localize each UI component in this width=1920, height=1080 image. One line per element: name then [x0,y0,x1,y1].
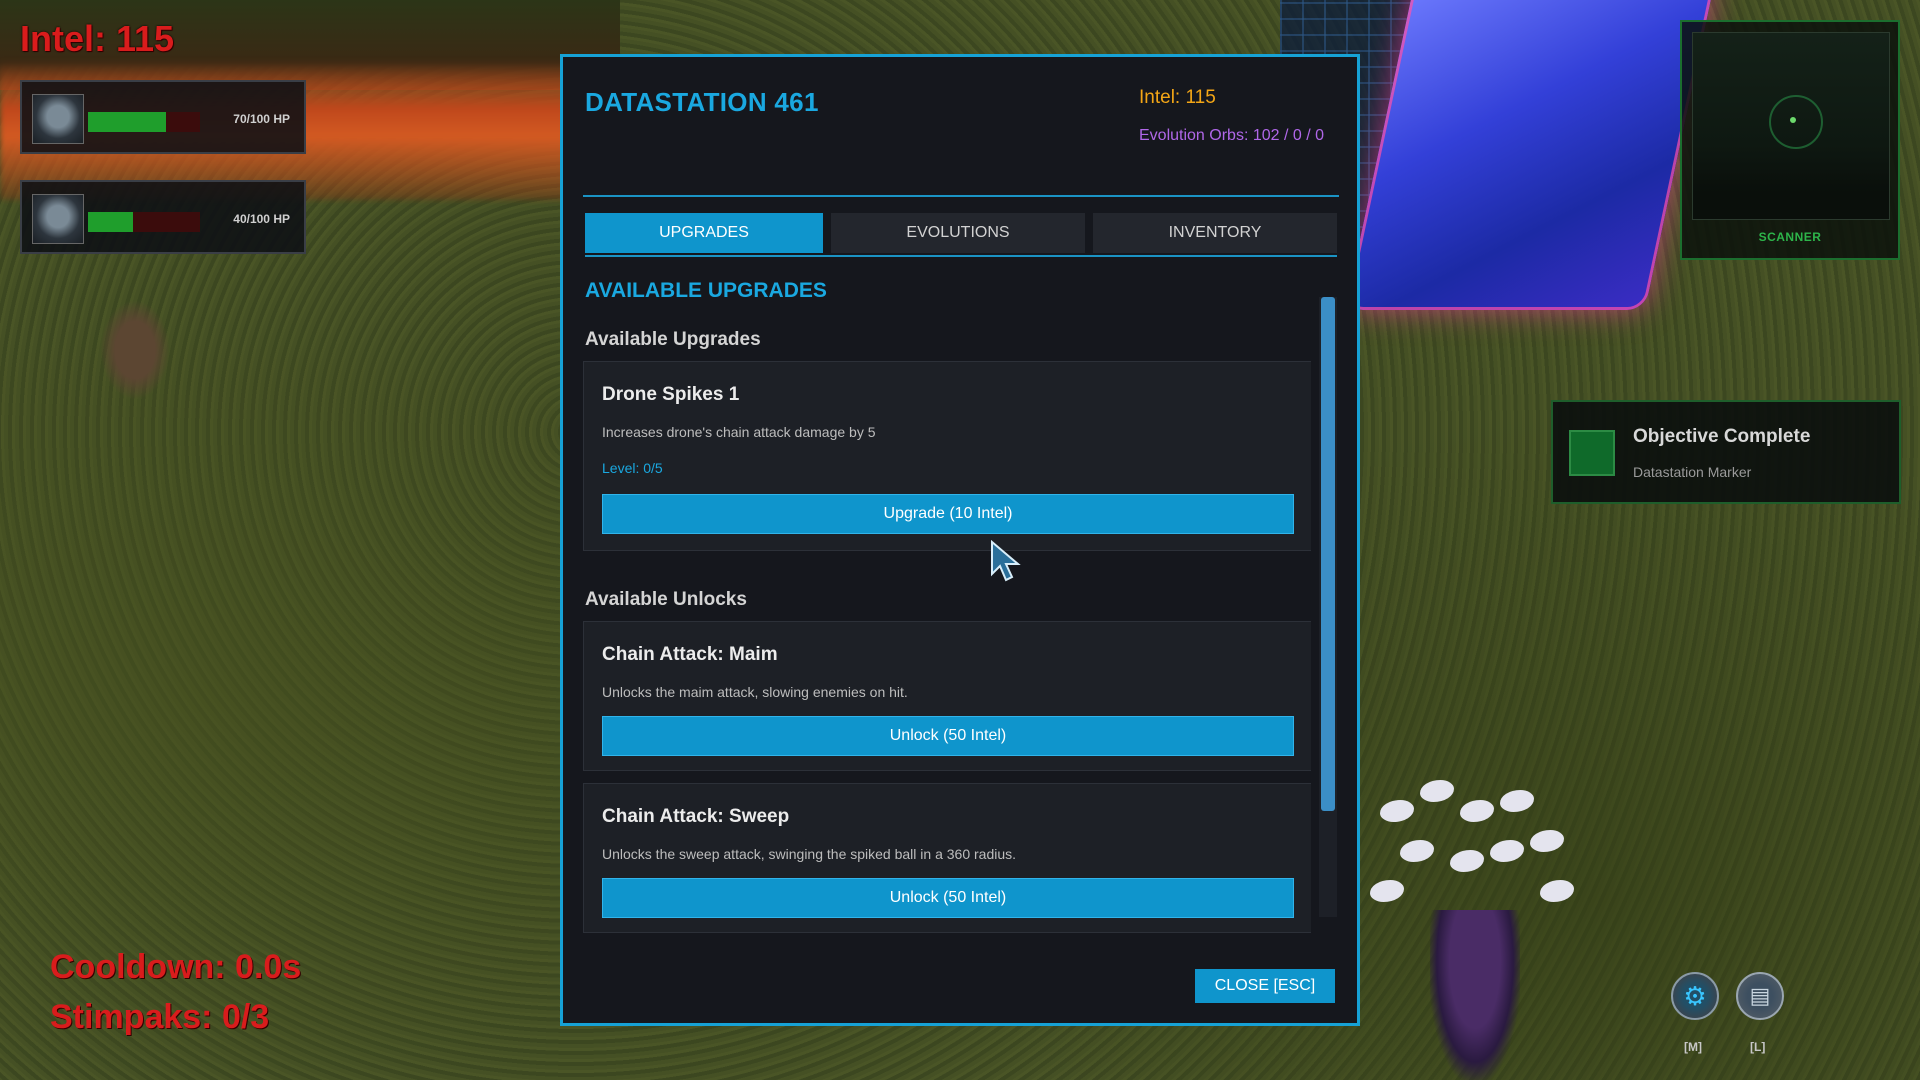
petal [1530,830,1564,852]
tab-upgrades[interactable]: UPGRADES [585,213,823,253]
scanner-screen [1692,32,1890,220]
hp-bar [88,112,200,132]
gear-icon: ⚙ [1683,980,1707,1011]
map-key-hint: [M] [1684,1040,1702,1054]
unlock-card: Chain Attack: Maim Unlocks the maim atta… [583,621,1311,771]
petal [1380,800,1414,822]
unlock-card: Chain Attack: Sweep Unlocks the sweep at… [583,783,1311,933]
scanner-label: SCANNER [1758,230,1822,244]
hp-text: 40/100 HP [233,212,290,226]
upgrades-heading: Available Upgrades [585,329,761,350]
hud-intel-counter: Intel: 115 [20,18,175,59]
plant-stem [1430,910,1520,1080]
petal [1490,840,1524,862]
datastation-modal: DATASTATION 461 Intel: 115 Evolution Orb… [560,54,1360,1026]
upgrade-level: Level: 0/5 [602,460,663,476]
unlock-button[interactable]: Unlock (50 Intel) [602,716,1294,756]
close-button[interactable]: CLOSE [ESC] [1195,969,1335,1003]
scrollbar-thumb[interactable] [1321,297,1335,811]
hp-text: 70/100 HP [233,112,290,126]
petal [1370,880,1404,902]
flower-plant [1340,760,1600,1080]
petal [1420,780,1454,802]
cooldown-readout: Cooldown: 0.0s [50,948,302,986]
upgrades-scroll-area[interactable]: Available Upgrades Drone Spikes 1 Increa… [583,315,1311,995]
upgrade-name: Drone Spikes 1 [602,384,740,405]
petal [1540,880,1574,902]
upgrade-button[interactable]: Upgrade (10 Intel) [602,494,1294,534]
log-icon: ▤ [1749,983,1771,1008]
scanner-minimap[interactable]: SCANNER [1680,20,1900,260]
petal [1500,790,1534,812]
tab-evolutions[interactable]: EVOLUTIONS [831,213,1085,253]
unlock-button[interactable]: Unlock (50 Intel) [602,878,1294,918]
modal-tabs: UPGRADES EVOLUTIONS INVENTORY [585,213,1337,257]
log-key-hint: [L] [1750,1040,1766,1054]
unlocks-heading: Available Unlocks [585,589,747,610]
upgrade-description: Increases drone's chain attack damage by… [602,424,876,440]
evolution-orbs-counter: Evolution Orbs: 102 / 0 / 0 [1139,127,1324,144]
party-member-card[interactable]: 70/100 HP [20,80,306,154]
portrait-avatar [32,94,84,144]
scrollbar[interactable] [1319,297,1337,917]
creature-sprite [100,300,170,400]
log-button[interactable]: ▤ [1736,972,1784,1020]
mouse-cursor-icon [991,540,1021,582]
map-button[interactable]: ⚙ [1671,972,1719,1020]
header-divider [583,195,1339,197]
hp-bar [88,212,200,232]
scanner-ring [1769,95,1823,149]
petal [1450,850,1484,872]
modal-intel-counter: Intel: 115 [1139,87,1216,108]
upgrade-card: Drone Spikes 1 Increases drone's chain a… [583,361,1311,551]
portrait-avatar [32,194,84,244]
unlock-description: Unlocks the sweep attack, swinging the s… [602,846,1017,862]
objective-title: Objective Complete [1633,426,1811,447]
section-title: AVAILABLE UPGRADES [585,279,827,302]
objective-check-icon [1569,430,1615,476]
petal [1400,840,1434,862]
unlock-name: Chain Attack: Maim [602,644,778,665]
objective-toast: Objective Complete Datastation Marker [1551,400,1901,504]
unlock-description: Unlocks the maim attack, slowing enemies… [602,684,908,700]
modal-title: DATASTATION 461 [585,87,819,117]
unlock-name: Chain Attack: Sweep [602,806,790,827]
party-member-card[interactable]: 40/100 HP [20,180,306,254]
hp-bar-fill [88,112,167,132]
stimpaks-readout: Stimpaks: 0/3 [50,998,270,1036]
objective-subtitle: Datastation Marker [1633,464,1752,480]
tab-inventory[interactable]: INVENTORY [1093,213,1337,253]
hp-bar-fill [88,212,133,232]
player-blip-icon [1790,117,1796,123]
petal [1460,800,1494,822]
